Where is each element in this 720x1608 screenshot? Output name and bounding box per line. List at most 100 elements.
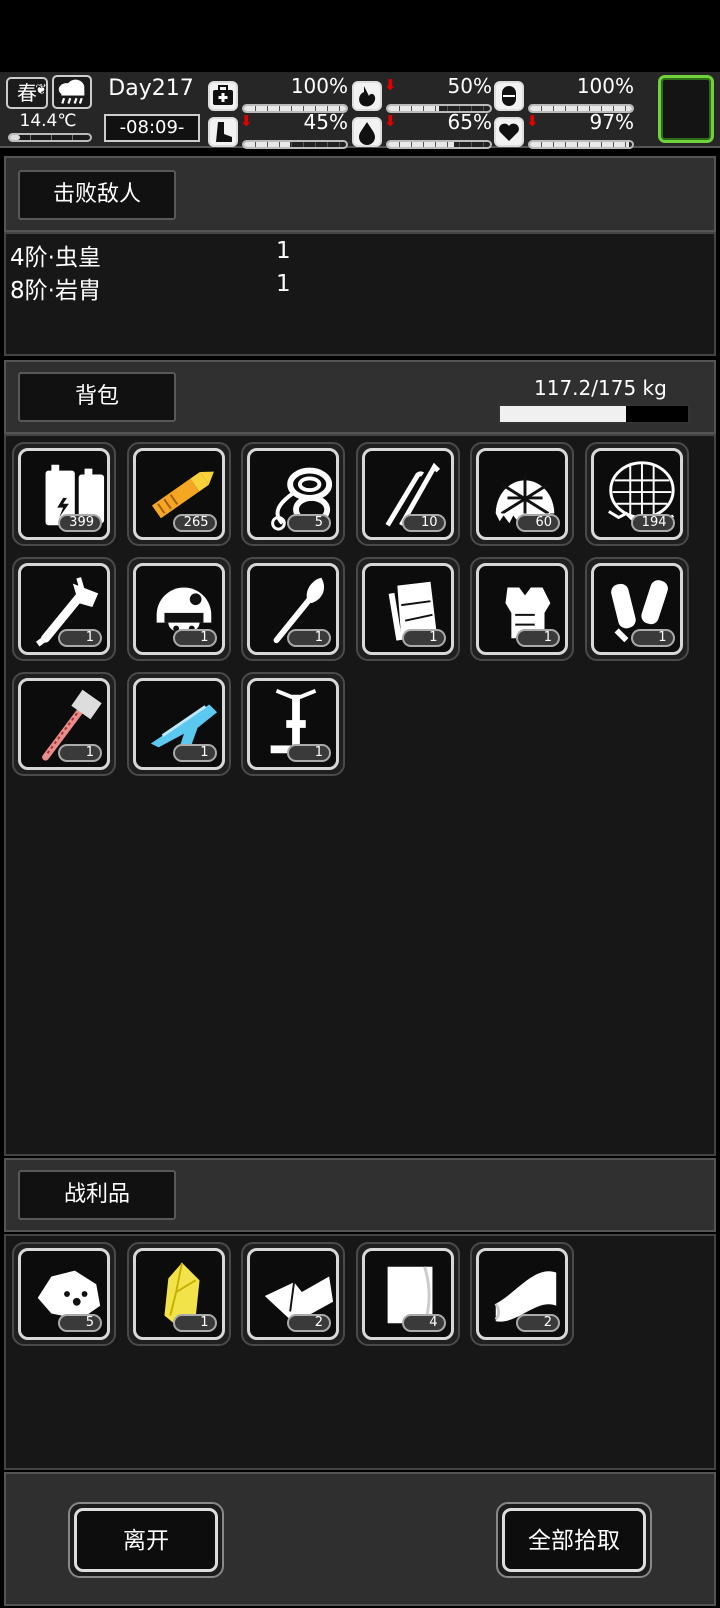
item-quantity: 194 <box>630 514 675 532</box>
enemy-count: 1 <box>276 271 291 297</box>
item-slot[interactable]: 1 <box>12 672 116 776</box>
item-slot-frame: 1 <box>132 563 225 655</box>
weight-label: 117.2/175 kg <box>534 376 667 400</box>
enemy-count: 1 <box>276 238 291 264</box>
item-quantity: 10 <box>401 514 446 532</box>
stat-health: 100% <box>208 74 348 113</box>
stat-hunger: ⬇ 50% <box>352 74 492 113</box>
capsule-icon <box>494 81 524 111</box>
item-slot-frame: 1 <box>476 563 568 655</box>
item-quantity: 1 <box>58 744 102 762</box>
weight-bar-fill <box>500 406 626 422</box>
item-slot[interactable]: 265 <box>126 442 231 546</box>
item-quantity: 5 <box>287 514 331 532</box>
defeated-title: 击败敌人 <box>18 170 176 220</box>
stat-mood: ⬇ 97% <box>494 110 634 149</box>
item-slot[interactable]: 1 <box>12 557 116 661</box>
item-slot[interactable]: 1 <box>126 1242 231 1346</box>
defeated-header: 击败敌人 <box>4 156 716 232</box>
item-slot[interactable]: 10 <box>355 442 460 546</box>
item-quantity: 1 <box>287 744 331 762</box>
item-slot[interactable]: 1 <box>241 672 345 776</box>
stat-health-value: 100% <box>290 74 348 98</box>
item-slot-frame: 1 <box>132 1248 225 1340</box>
item-slot-frame: 10 <box>361 448 454 540</box>
leave-button[interactable]: 离开 <box>68 1502 224 1578</box>
item-slot-frame: 194 <box>590 448 683 540</box>
stat-thirst-value: 65% <box>447 110 492 134</box>
enemy-row: 4阶·虫皇 1 <box>10 238 291 272</box>
item-slot[interactable]: 4 <box>355 1242 460 1346</box>
item-slot[interactable]: 2 <box>241 1242 345 1346</box>
temperature-label: 14.4℃ <box>19 111 77 131</box>
defeated-list: 4阶·虫皇 1 8阶·岩胄 1 <box>4 232 716 356</box>
loot-grid: 5 1 2 4 2 <box>4 1234 716 1470</box>
leaf-icon: ❦ <box>35 82 47 98</box>
stat-stamina: ⬇ 45% <box>208 110 348 149</box>
item-slot-frame: 1 <box>132 678 225 770</box>
item-slot[interactable]: 1 <box>584 557 689 661</box>
item-slot-frame: 4 <box>361 1248 454 1340</box>
item-slot-frame: 2 <box>476 1248 568 1340</box>
backpack-grid: 399 265 5 10 60 194 1 1 1 1 1 1 1 1 1 <box>4 434 716 1156</box>
item-slot-frame: 1 <box>18 563 110 655</box>
backpack-header: 背包 117.2/175 kg <box>4 360 716 434</box>
stomach-icon <box>352 81 382 111</box>
item-quantity: 2 <box>287 1314 331 1332</box>
item-slot[interactable]: 1 <box>470 557 574 661</box>
leave-button-label: 离开 <box>74 1508 218 1572</box>
day-counter: Day217 <box>108 76 194 101</box>
item-slot[interactable]: 2 <box>470 1242 574 1346</box>
stat-mood-value: 97% <box>589 110 634 134</box>
decrease-arrow-icon: ⬇ <box>240 112 253 130</box>
item-slot-frame: 1 <box>18 678 110 770</box>
item-quantity: 1 <box>172 629 217 647</box>
item-slot[interactable]: 1 <box>241 557 345 661</box>
enemy-name: 8阶·岩胄 <box>10 278 101 304</box>
loot-title: 战利品 <box>18 1170 176 1220</box>
take-all-button[interactable]: 全部拾取 <box>496 1502 652 1578</box>
item-slot-frame: 1 <box>361 563 454 655</box>
item-slot-frame: 60 <box>476 448 568 540</box>
item-quantity: 1 <box>630 629 675 647</box>
item-slot[interactable]: 399 <box>12 442 116 546</box>
temperature-gauge <box>8 133 92 142</box>
status-bar: 春 ❦ 14.4℃ Day217 -08:09- 100% ⬇ 50% 100%… <box>0 72 720 149</box>
item-slot-frame: 399 <box>18 448 110 540</box>
item-quantity: 2 <box>516 1314 560 1332</box>
stat-armor: 100% <box>494 74 634 113</box>
item-slot[interactable]: 1 <box>355 557 460 661</box>
rain-cloud-icon <box>52 75 92 109</box>
item-slot[interactable]: 1 <box>126 672 231 776</box>
medkit-icon <box>208 81 238 111</box>
item-slot[interactable]: 1 <box>126 557 231 661</box>
item-slot-frame: 2 <box>247 1248 339 1340</box>
item-quantity: 60 <box>516 514 560 532</box>
item-slot[interactable]: 194 <box>584 442 689 546</box>
heart-icon <box>494 117 524 147</box>
stat-thirst: ⬇ 65% <box>352 110 492 149</box>
equipped-item-slot[interactable] <box>658 75 714 143</box>
take-all-button-label: 全部拾取 <box>502 1508 646 1572</box>
stat-stamina-value: 45% <box>303 110 348 134</box>
item-slot[interactable]: 60 <box>470 442 574 546</box>
item-slot-frame: 1 <box>590 563 683 655</box>
item-quantity: 5 <box>58 1314 102 1332</box>
item-slot-frame: 265 <box>132 448 225 540</box>
weight-bar <box>498 404 690 424</box>
loot-header: 战利品 <box>4 1158 716 1232</box>
item-quantity: 1 <box>287 629 331 647</box>
item-slot[interactable]: 5 <box>241 442 345 546</box>
item-quantity: 1 <box>172 1314 217 1332</box>
item-slot-frame: 5 <box>18 1248 110 1340</box>
item-slot[interactable]: 5 <box>12 1242 116 1346</box>
backpack-title: 背包 <box>18 372 176 422</box>
clock-display: -08:09- <box>104 114 200 142</box>
item-quantity: 265 <box>172 514 217 532</box>
decrease-arrow-icon: ⬇ <box>384 76 397 94</box>
foot-icon <box>208 117 238 147</box>
action-bar: 离开 全部拾取 <box>4 1472 716 1606</box>
item-slot-frame: 1 <box>247 678 339 770</box>
decrease-arrow-icon: ⬇ <box>384 112 397 130</box>
item-quantity: 1 <box>516 629 560 647</box>
